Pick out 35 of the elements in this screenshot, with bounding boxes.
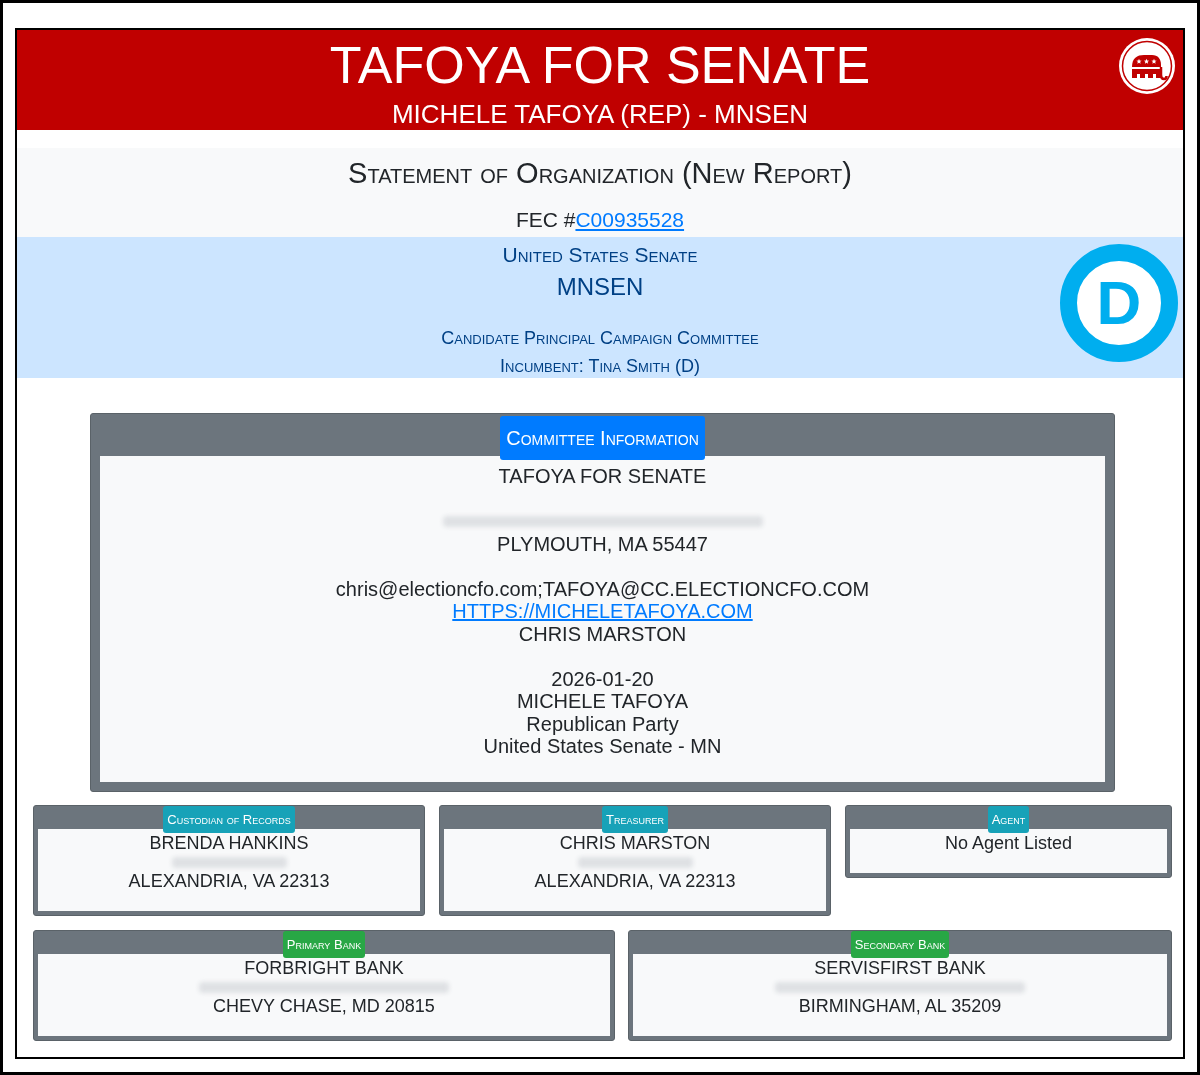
- section-badge: Treasurer: [602, 805, 668, 833]
- incumbent-text: Incumbent: Tina Smith (D): [500, 355, 700, 378]
- info-text: BIRMINGHAM, AL 35209: [797, 996, 1003, 1016]
- info-text: MICHELE TAFOYA: [515, 690, 690, 713]
- report-title: Statement of Organization (New Report): [348, 156, 852, 191]
- website-link[interactable]: HTTPS://MICHELETAFOYA.COM: [452, 600, 753, 623]
- fec-label: FEC #: [515, 207, 576, 233]
- info-text: chris@electioncfo.com;TAFOYA@CC.ELECTIONCFO.COM: [334, 577, 871, 600]
- section-badge: Custodian of Records: [163, 805, 295, 833]
- section-badge: Primary Bank: [282, 930, 366, 958]
- info-text: ALEXANDRIA, VA 22313: [533, 871, 737, 891]
- info-text: PLYMOUTH, MA 55447: [496, 532, 709, 555]
- elephant-logo-icon: [1119, 38, 1175, 94]
- info-text: SERVISFIRST BANK: [813, 958, 987, 978]
- info-text: 2026-01-20: [550, 667, 655, 690]
- committee-type: Candidate Principal Campaign Committee: [441, 327, 759, 350]
- info-text: BRENDA HANKINS: [148, 833, 310, 853]
- fec-number-link[interactable]: C00935528: [575, 207, 685, 233]
- info-text: United States Senate - MN: [482, 735, 723, 758]
- info-text: FORBRIGHT BANK: [243, 958, 405, 978]
- office-district: MNSEN: [556, 272, 644, 302]
- info-text: CHRIS MARSTON: [558, 833, 712, 853]
- section-badge: Committee Information: [500, 416, 705, 460]
- section-badge: Secondary Bank: [850, 930, 950, 958]
- info-text: CHEVY CHASE, MD 20815: [212, 996, 436, 1016]
- section-badge: Agent: [987, 805, 1030, 833]
- party-logo: D: [1060, 244, 1178, 362]
- info-text: ALEXANDRIA, VA 22313: [127, 871, 331, 891]
- info-text: TAFOYA FOR SENATE: [497, 465, 708, 488]
- office-chamber: United States Senate: [502, 242, 698, 268]
- candidate-subtitle: MICHELE TAFOYA (REP) - MNSEN: [391, 99, 808, 129]
- info-text: CHRIS MARSTON: [517, 622, 688, 645]
- info-text: Republican Party: [525, 712, 680, 735]
- info-text: No Agent Listed: [943, 833, 1074, 853]
- committee-title: TAFOYA FOR SENATE: [329, 37, 871, 93]
